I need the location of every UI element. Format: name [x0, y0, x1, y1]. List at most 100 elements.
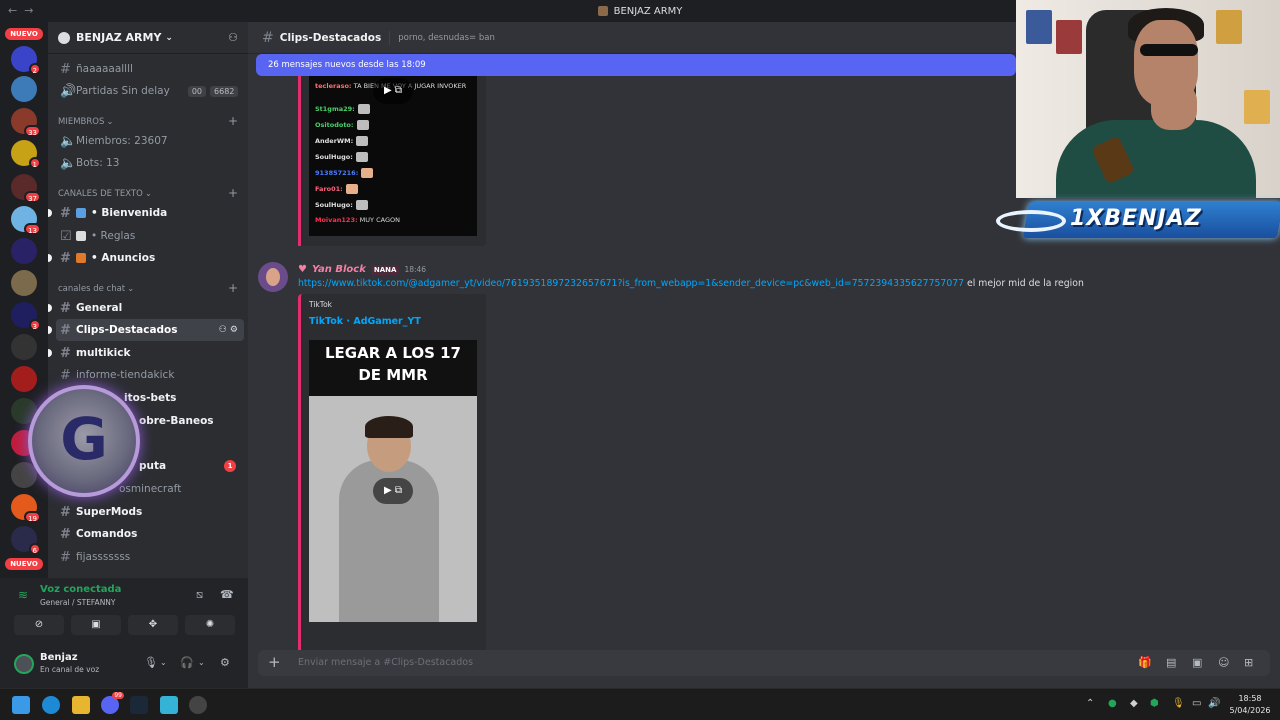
- tray-status-icon[interactable]: ●: [1108, 698, 1117, 709]
- apps-icon[interactable]: ⊞: [1244, 656, 1253, 669]
- logo-letter: G: [60, 405, 108, 473]
- gif-icon[interactable]: ▤: [1166, 656, 1176, 669]
- server-icon[interactable]: 33: [11, 108, 41, 137]
- server-icon[interactable]: [11, 238, 37, 264]
- obs-icon[interactable]: [189, 696, 207, 714]
- steam-tray-icon[interactable]: ◆: [1130, 698, 1138, 709]
- message-composer[interactable]: + Enviar mensaje a #Clips-Destacados 🎁 ▤…: [258, 650, 1270, 676]
- guild-tag[interactable]: NANA: [370, 264, 400, 275]
- nav-arrows[interactable]: ← →: [8, 4, 33, 17]
- category-texto[interactable]: CANALES DE TEXTO ⌄ +: [58, 187, 244, 199]
- file-explorer-icon[interactable]: [72, 696, 90, 714]
- channel-fijas[interactable]: # fijasssssss: [56, 546, 244, 568]
- play-icon: ▶ ⧉: [383, 485, 402, 496]
- server-header[interactable]: BENJAZ ARMY ⌄ ⚇: [48, 22, 248, 54]
- channel-clips[interactable]: # Clips-Destacados ⚇ ⚙: [48, 319, 244, 341]
- noise-suppression-icon[interactable]: ⧅: [196, 588, 203, 602]
- settings-gear-icon[interactable]: ⚙: [220, 656, 230, 669]
- embed-title[interactable]: TikTok · AdGamer_YT: [309, 316, 421, 327]
- headphones-icon[interactable]: 🎧: [180, 656, 194, 669]
- back-arrow-icon[interactable]: ←: [8, 4, 17, 17]
- shield-icon[interactable]: ⬢: [1150, 698, 1159, 709]
- category-chat[interactable]: canales de chat ⌄ +: [58, 282, 244, 294]
- server-icon[interactable]: 3: [11, 302, 41, 331]
- channel-bots[interactable]: 🔈 Bots: 13: [56, 152, 244, 174]
- edge-icon[interactable]: [42, 696, 60, 714]
- play-button[interactable]: ▶ ⧉: [373, 478, 413, 504]
- server-icon[interactable]: 1: [11, 140, 41, 169]
- add-channel-icon[interactable]: +: [228, 115, 238, 127]
- attach-plus-icon[interactable]: +: [268, 653, 281, 671]
- channel-miembros[interactable]: 🔈 Miembros: 23607: [56, 130, 244, 152]
- network-icon[interactable]: ▭: [1192, 698, 1201, 709]
- channel-label: multikick: [76, 347, 131, 359]
- server-icon[interactable]: 37: [11, 174, 41, 203]
- add-user-icon[interactable]: ⚇: [228, 31, 238, 44]
- voice-channel[interactable]: General / STEFANNY: [40, 598, 116, 607]
- server-icon[interactable]: [11, 334, 37, 360]
- message-text: el mejor mid de la region: [964, 278, 1084, 289]
- unread-indicator: [48, 326, 52, 334]
- sticker-icon[interactable]: ▣: [1192, 656, 1202, 669]
- channel-anuncios[interactable]: # • Anuncios: [48, 247, 244, 269]
- channel-n[interactable]: # ñaaaaaallll: [56, 58, 244, 80]
- gift-icon[interactable]: 🎁: [1138, 656, 1152, 669]
- channel-topic[interactable]: porno, desnudas= ban: [398, 33, 495, 43]
- invite-icon[interactable]: ⚇ ⚙: [219, 325, 238, 335]
- message-link[interactable]: https://www.tiktok.com/@adgamer_yt/video…: [298, 278, 964, 289]
- channel-supermods[interactable]: # SuperMods: [56, 501, 244, 523]
- chevron-up-icon[interactable]: ⌃: [1086, 698, 1094, 709]
- embed-video-2[interactable]: LEGAR A LOS 17 DE MMR ▶ ⧉: [309, 340, 477, 622]
- discord-taskbar-icon[interactable]: 99: [101, 692, 124, 714]
- stream-chat-video[interactable]: tecleraso: TA BIEN ME VOY A JUGAR INVOKE…: [309, 76, 477, 236]
- channel-bienvenida[interactable]: # • Bienvenida: [48, 202, 244, 224]
- steam-icon[interactable]: [130, 696, 148, 714]
- server-icon[interactable]: 13: [11, 206, 41, 235]
- composer-placeholder[interactable]: Enviar mensaje a #Clips-Destacados: [298, 657, 473, 668]
- video-caption: DE MMR: [358, 366, 428, 384]
- windows-start-icon[interactable]: [12, 696, 30, 714]
- channel-informe[interactable]: # informe-tiendakick: [56, 364, 244, 386]
- avatar[interactable]: [14, 654, 34, 674]
- channel-label: • Anuncios: [91, 252, 156, 264]
- activities-button[interactable]: ✥: [128, 615, 178, 635]
- forward-arrow-icon[interactable]: →: [24, 4, 33, 17]
- server-icon[interactable]: 2: [11, 46, 41, 75]
- hash-icon: #: [60, 549, 71, 565]
- channel-general[interactable]: # General: [48, 297, 244, 319]
- channel-comandos[interactable]: # Comandos: [56, 523, 244, 545]
- notepad-icon[interactable]: [160, 696, 178, 714]
- server-icon[interactable]: 6: [11, 526, 41, 555]
- mic-tray-icon[interactable]: 🎙: [1172, 698, 1185, 709]
- taskbar-clock[interactable]: 18:58 5/04/2026: [1228, 693, 1272, 717]
- server-icon[interactable]: [11, 76, 37, 102]
- volume-icon[interactable]: 🔊: [1208, 698, 1220, 709]
- channel-reglas[interactable]: ☑ • Reglas: [56, 225, 244, 247]
- microphone-icon[interactable]: 🎙: [144, 656, 158, 669]
- signal-icon[interactable]: ≋: [18, 588, 28, 602]
- avatar[interactable]: [258, 262, 288, 292]
- chevron-down-icon[interactable]: ⌄: [160, 658, 167, 667]
- channel-partidas[interactable]: 🔊 Partidas Sin delay 00 6682: [56, 80, 244, 102]
- screen-share-button[interactable]: ▣: [71, 615, 121, 635]
- disconnect-icon[interactable]: ☎: [220, 588, 234, 601]
- add-channel-icon[interactable]: +: [228, 282, 238, 294]
- chat-username: 913857216:: [315, 169, 359, 177]
- play-button[interactable]: ▶ ⧉: [373, 78, 413, 104]
- server-icon[interactable]: [11, 270, 37, 296]
- channel-multikick[interactable]: # multikick: [48, 342, 244, 364]
- server-icon[interactable]: [11, 366, 37, 392]
- emoji-icon[interactable]: ☺: [1218, 656, 1229, 669]
- new-messages-bar[interactable]: 26 mensajes nuevos desde las 18:09: [256, 54, 1016, 76]
- taskbar: 99 ⌃ ● ◆ ⬢ 🎙 ▭ 🔊 18:58 5/04/2026: [0, 688, 1280, 720]
- server-icon[interactable]: 19: [11, 494, 41, 523]
- camera-button[interactable]: ⊘: [14, 615, 64, 635]
- embed-video-1[interactable]: tecleraso: TA BIEN ME VOY A JUGAR INVOKE…: [298, 76, 486, 246]
- category-miembros[interactable]: MIEMBROS ⌄ +: [58, 115, 244, 127]
- chevron-down-icon[interactable]: ⌄: [198, 658, 205, 667]
- channel-label: SuperMods: [76, 506, 143, 518]
- add-channel-icon[interactable]: +: [228, 187, 238, 199]
- soundboard-button[interactable]: ✺: [185, 615, 235, 635]
- wall-poster: [1026, 10, 1052, 44]
- author-name[interactable]: Yan Block: [312, 264, 366, 275]
